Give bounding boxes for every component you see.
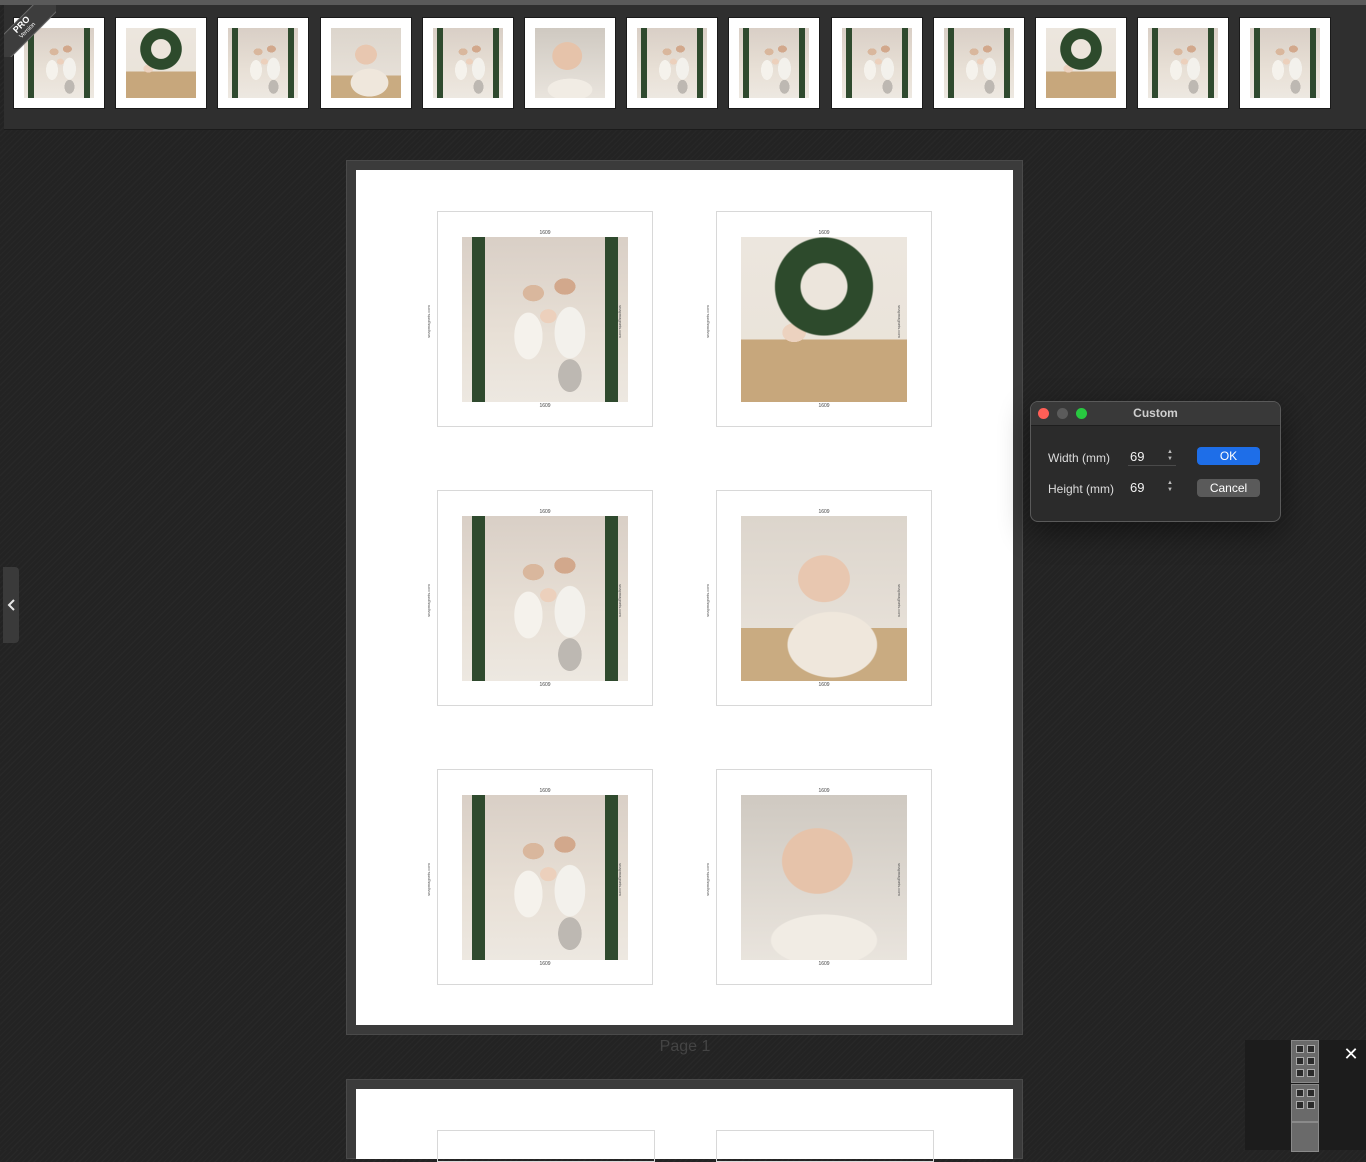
thumbnail-item[interactable]: [320, 18, 411, 108]
card-side-text-right: snapmagnets.com: [617, 863, 623, 896]
wreath-thumbnail: [1046, 28, 1116, 98]
photo-card[interactable]: 1609 snapmagnets.com snapmagnets.com 1609: [705, 211, 932, 427]
custom-size-dialog: Custom Width (mm) ▲▼ Height (mm) ▲▼ OK C…: [1030, 401, 1281, 522]
photo-card[interactable]: 1609 snapmagnets.com snapmagnets.com 1609: [426, 490, 653, 706]
card-side-text-left: snapmagnets.com: [704, 863, 710, 896]
card-photo: [741, 795, 907, 960]
card-side-text-left: snapmagnets.com: [425, 584, 431, 617]
family-on-bench-thumbnail: [432, 28, 503, 98]
width-input[interactable]: [1128, 447, 1168, 465]
minimap-cell: [1296, 1045, 1304, 1053]
card-photo: [462, 237, 628, 402]
thumbnail-item[interactable]: [933, 18, 1024, 108]
minimap-cell: [1307, 1057, 1315, 1065]
card-photo: [462, 795, 628, 960]
page-2-card[interactable]: [716, 1130, 934, 1162]
card-code-top: 1609: [539, 230, 551, 236]
card-code-bottom: 1609: [818, 682, 830, 688]
baby-in-basket-wreath-thumbnail: [126, 28, 197, 98]
minimap-page-1[interactable]: [1291, 1040, 1319, 1083]
thumbnail-item[interactable]: [1036, 18, 1126, 108]
card-side-text-right: snapmagnets.com: [617, 305, 623, 338]
card-code-top: 1609: [539, 509, 551, 515]
photo-card[interactable]: 1609 snapmagnets.com snapmagnets.com 1609: [705, 769, 932, 985]
baby-in-basket-thumbnail: [330, 28, 401, 98]
dialog-title: Custom: [1133, 406, 1178, 420]
photo-card[interactable]: 1609 snapmagnets.com snapmagnets.com 1609: [426, 211, 653, 427]
minimap-page-3[interactable]: [1291, 1122, 1319, 1152]
thumbnail-item[interactable]: [218, 18, 309, 108]
family-standing-thumbnail: [1250, 28, 1321, 98]
family-on-bench-thumbnail: [943, 28, 1014, 98]
father-with-baby-thumbnail: [841, 28, 912, 98]
card-photo: [741, 516, 907, 681]
card-side-text-right: snapmagnets.com: [896, 305, 902, 338]
chevron-left-icon: [7, 599, 15, 611]
dialog-titlebar: Custom: [1031, 402, 1280, 426]
card-code-bottom: 1609: [818, 961, 830, 967]
pro-version-badge: PRO Version: [4, 5, 56, 57]
couple-with-baby-thumbnail: [739, 28, 810, 98]
photo-card[interactable]: 1609 snapmagnets.com snapmagnets.com 1609: [426, 769, 653, 985]
card-side-text-left: snapmagnets.com: [425, 863, 431, 896]
height-stepper[interactable]: ▲ ▼: [1165, 480, 1175, 496]
minimap-cell: [1296, 1101, 1304, 1109]
card-side-text-right: snapmagnets.com: [896, 863, 902, 896]
card-side-text-right: snapmagnets.com: [617, 584, 623, 617]
minimap-cell: [1296, 1057, 1304, 1065]
thumbnail-item[interactable]: [525, 18, 615, 108]
card-photo: [741, 237, 907, 402]
page-label: Page 1: [659, 1038, 711, 1055]
thumbnail-item[interactable]: [729, 18, 820, 108]
card-code-bottom: 1609: [539, 403, 551, 409]
thumbnail-item[interactable]: [116, 18, 207, 108]
close-minimap-button[interactable]: ✕: [1341, 1044, 1361, 1064]
height-input[interactable]: [1128, 478, 1168, 496]
family-on-bench-thumbnail: [228, 28, 299, 98]
mother-with-baby-thumbnail: [1148, 28, 1219, 98]
width-label: Width (mm): [1048, 451, 1110, 465]
thumbnail-strip: PRO Version: [4, 5, 1366, 130]
thumbnail-item[interactable]: [831, 18, 922, 108]
card-code-top: 1609: [818, 230, 830, 236]
family-on-bench-thumbnail: [637, 28, 708, 98]
page-1-sheet[interactable]: 1609 snapmagnets.com snapmagnets.com 1609 16…: [356, 170, 1013, 1025]
card-photo: [462, 516, 628, 681]
minimap-cell: [1307, 1069, 1315, 1077]
card-code-top: 1609: [818, 509, 830, 515]
minimap-cell: [1307, 1089, 1315, 1097]
card-side-text-right: snapmagnets.com: [896, 584, 902, 617]
photo-card[interactable]: 1609 snapmagnets.com snapmagnets.com 1609: [705, 490, 932, 706]
height-label: Height (mm): [1048, 482, 1115, 496]
sidebar-toggle-button[interactable]: [3, 567, 19, 643]
card-code-bottom: 1609: [539, 961, 551, 967]
card-side-text-left: snapmagnets.com: [425, 305, 431, 338]
width-stepper[interactable]: ▲ ▼: [1165, 449, 1175, 465]
width-input-underline: [1128, 465, 1176, 466]
minimap-cell: [1296, 1089, 1304, 1097]
card-code-top: 1609: [818, 788, 830, 794]
card-side-text-left: snapmagnets.com: [704, 305, 710, 338]
thumbnail-item[interactable]: [1138, 18, 1229, 108]
cancel-button[interactable]: Cancel: [1197, 479, 1260, 497]
card-code-bottom: 1609: [818, 403, 830, 409]
thumbnail-item[interactable]: [422, 18, 513, 108]
ok-button[interactable]: OK: [1197, 447, 1260, 465]
minimap-page-2[interactable]: [1291, 1084, 1319, 1122]
minimap-cell: [1296, 1069, 1304, 1077]
minimap-cell: [1307, 1045, 1315, 1053]
thumbnail-item[interactable]: [1240, 18, 1331, 108]
thumbnail-item[interactable]: [627, 18, 718, 108]
baby-closeup-thumbnail: [535, 28, 605, 98]
page-2-card[interactable]: [437, 1130, 655, 1162]
minimap-cell: [1307, 1101, 1315, 1109]
card-side-text-left: snapmagnets.com: [704, 584, 710, 617]
card-code-bottom: 1609: [539, 682, 551, 688]
card-code-top: 1609: [539, 788, 551, 794]
